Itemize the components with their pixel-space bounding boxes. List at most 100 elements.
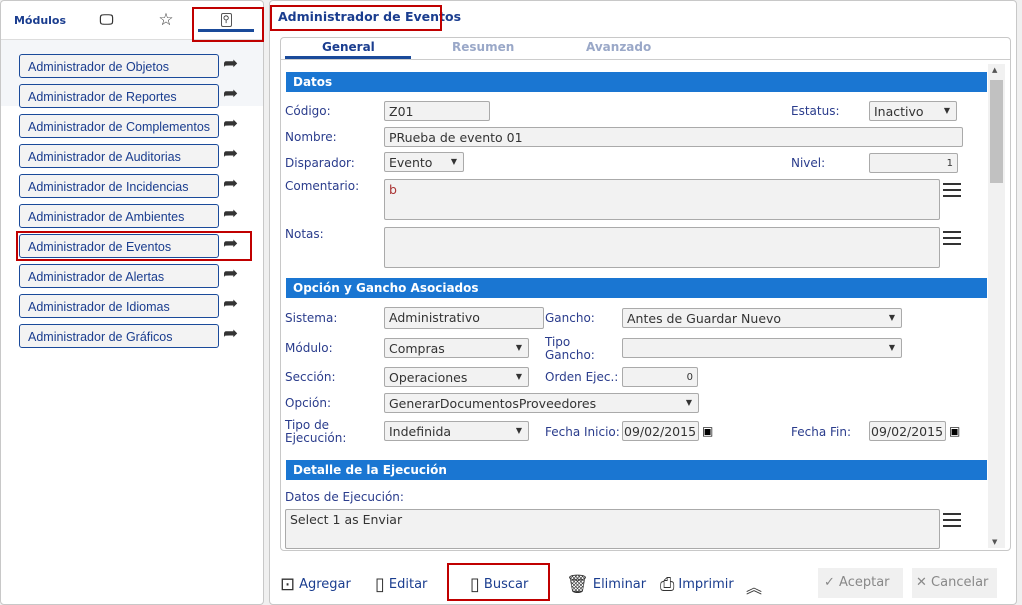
agregar-label: Agregar — [299, 577, 351, 592]
tab-resumen[interactable]: Resumen — [452, 40, 514, 54]
active-tab-indicator — [285, 56, 411, 59]
share-arrow-icon[interactable]: ➦ — [223, 143, 238, 164]
share-arrow-icon[interactable]: ➦ — [223, 53, 238, 74]
share-arrow-icon[interactable]: ➦ — [223, 263, 238, 284]
scroll-up-icon[interactable]: ▲ — [992, 66, 997, 74]
datos-ejecucion-textarea[interactable]: Select 1 as Enviar — [285, 509, 940, 549]
highlight-box — [16, 231, 252, 261]
edit-icon: ▯ — [375, 574, 385, 595]
share-arrow-icon[interactable]: ➦ — [223, 293, 238, 314]
disparador-select[interactable]: Evento — [384, 152, 464, 172]
section-detalle: Detalle de la Ejecución — [286, 460, 987, 480]
editar-button[interactable]: ▯ Editar — [375, 574, 427, 595]
eliminar-label: Eliminar — [592, 577, 647, 592]
label-orden: Orden Ejec.: — [545, 370, 619, 384]
highlight-box — [192, 7, 264, 42]
label-gancho: Gancho: — [545, 311, 595, 325]
share-arrow-icon[interactable]: ➦ — [223, 323, 238, 344]
menu-icon[interactable] — [943, 231, 961, 245]
imprimir-button[interactable]: ⎙ Imprimir — [660, 574, 734, 595]
share-arrow-icon[interactable]: ➦ — [223, 83, 238, 104]
monitor-icon[interactable]: 🖵 — [79, 1, 134, 39]
menu-icon[interactable] — [943, 183, 961, 197]
module-item[interactable]: Administrador de Reportes — [19, 84, 219, 108]
highlight-box — [447, 563, 550, 601]
label-estatus: Estatus: — [791, 104, 840, 118]
opcion-value: GenerarDocumentosProveedores — [389, 396, 597, 411]
add-document-icon: ⊡ — [280, 574, 296, 595]
tipo-ejecucion-value: Indefinida — [389, 424, 452, 439]
calendar-icon[interactable]: ▣ — [949, 424, 960, 438]
module-item[interactable]: Administrador de Auditorias — [19, 144, 219, 168]
eliminar-button[interactable]: 🗑 Eliminar — [566, 574, 646, 595]
seccion-value: Operaciones — [389, 370, 468, 385]
label-seccion: Sección: — [285, 370, 336, 384]
cancelar-button[interactable]: ✕ Cancelar — [912, 568, 997, 598]
share-arrow-icon[interactable]: ➦ — [223, 113, 238, 134]
estatus-value: Inactivo — [874, 104, 924, 119]
label-tipo-ejecucion: Tipo de Ejecución: — [285, 418, 347, 445]
notas-textarea[interactable] — [384, 227, 940, 268]
label-tipo-gancho: Tipo Gancho: — [545, 335, 595, 362]
opcion-select[interactable]: GenerarDocumentosProveedores — [384, 393, 699, 413]
calendar-icon[interactable]: ▣ — [702, 424, 713, 438]
fecha-inicio-field[interactable]: 09/02/2015 — [622, 421, 699, 441]
sistema-field[interactable]: Administrativo — [384, 307, 544, 329]
scrollbar-thumb[interactable] — [990, 80, 1003, 183]
module-item[interactable]: Administrador de Incidencias — [19, 174, 219, 198]
gancho-value: Antes de Guardar Nuevo — [627, 311, 782, 326]
tab-modules[interactable]: Módulos — [1, 1, 79, 39]
module-item[interactable]: Administrador de Ambientes — [19, 204, 219, 228]
disparador-value: Evento — [389, 155, 433, 170]
label-fecha-inicio: Fecha Inicio: — [545, 425, 620, 439]
nombre-field[interactable]: PRueba de evento 01 — [384, 127, 963, 147]
orden-field[interactable]: 0 — [622, 367, 698, 387]
nivel-field[interactable]: 1 — [869, 153, 958, 173]
imprimir-label: Imprimir — [678, 577, 734, 592]
modulo-value: Compras — [389, 341, 445, 356]
share-arrow-icon[interactable]: ➦ — [223, 203, 238, 224]
label-nombre: Nombre: — [285, 130, 337, 144]
module-item[interactable]: Administrador de Idiomas — [19, 294, 219, 318]
tipo-ejecucion-select[interactable]: Indefinida — [384, 421, 529, 441]
star-icon[interactable]: ☆ — [136, 1, 196, 39]
comentario-textarea[interactable]: b — [384, 179, 940, 220]
modules-panel: Módulos 🖵 ☆ ⚲ Administrador de Objetos ➦… — [0, 0, 264, 605]
trash-icon: 🗑 — [566, 574, 589, 595]
highlight-box — [270, 5, 442, 31]
divider — [281, 59, 1010, 60]
label-datos-ejecucion: Datos de Ejecución: — [285, 490, 404, 504]
aceptar-button[interactable]: ✓ Aceptar — [818, 568, 903, 598]
tab-general[interactable]: General — [322, 40, 375, 54]
check-icon: ✓ — [824, 575, 840, 590]
label-disparador: Disparador: — [285, 156, 355, 170]
label-modulo: Módulo: — [285, 341, 333, 355]
aceptar-label: Aceptar — [839, 575, 890, 590]
module-item[interactable]: Administrador de Complementos — [19, 114, 219, 138]
module-item[interactable]: Administrador de Objetos — [19, 54, 219, 78]
label-fecha-fin: Fecha Fin: — [791, 425, 852, 439]
module-item[interactable]: Administrador de Alertas — [19, 264, 219, 288]
codigo-field[interactable]: Z01 — [384, 101, 490, 121]
tipo-gancho-select[interactable] — [622, 338, 902, 358]
printer-icon: ⎙ — [660, 574, 675, 595]
label-comentario: Comentario: — [285, 179, 360, 193]
seccion-select[interactable]: Operaciones — [384, 367, 529, 387]
gancho-select[interactable]: Antes de Guardar Nuevo — [622, 308, 902, 328]
section-opcion: Opción y Gancho Asociados — [286, 278, 987, 298]
cancelar-label: Cancelar — [931, 575, 989, 590]
menu-icon[interactable] — [943, 513, 961, 527]
tab-avanzado[interactable]: Avanzado — [586, 40, 651, 54]
collapse-icon[interactable]: ︽ — [746, 574, 762, 598]
modulo-select[interactable]: Compras — [384, 338, 529, 358]
module-item[interactable]: Administrador de Gráficos — [19, 324, 219, 348]
label-codigo: Código: — [285, 104, 331, 118]
share-arrow-icon[interactable]: ➦ — [223, 173, 238, 194]
label-notas: Notas: — [285, 227, 324, 241]
scroll-down-icon[interactable]: ▼ — [992, 538, 997, 546]
fecha-fin-field[interactable]: 09/02/2015 — [869, 421, 946, 441]
label-sistema: Sistema: — [285, 311, 338, 325]
scrollbar[interactable]: ▲ ▼ — [988, 64, 1005, 548]
agregar-button[interactable]: ⊡ Agregar — [280, 574, 351, 595]
estatus-select[interactable]: Inactivo — [869, 101, 957, 121]
